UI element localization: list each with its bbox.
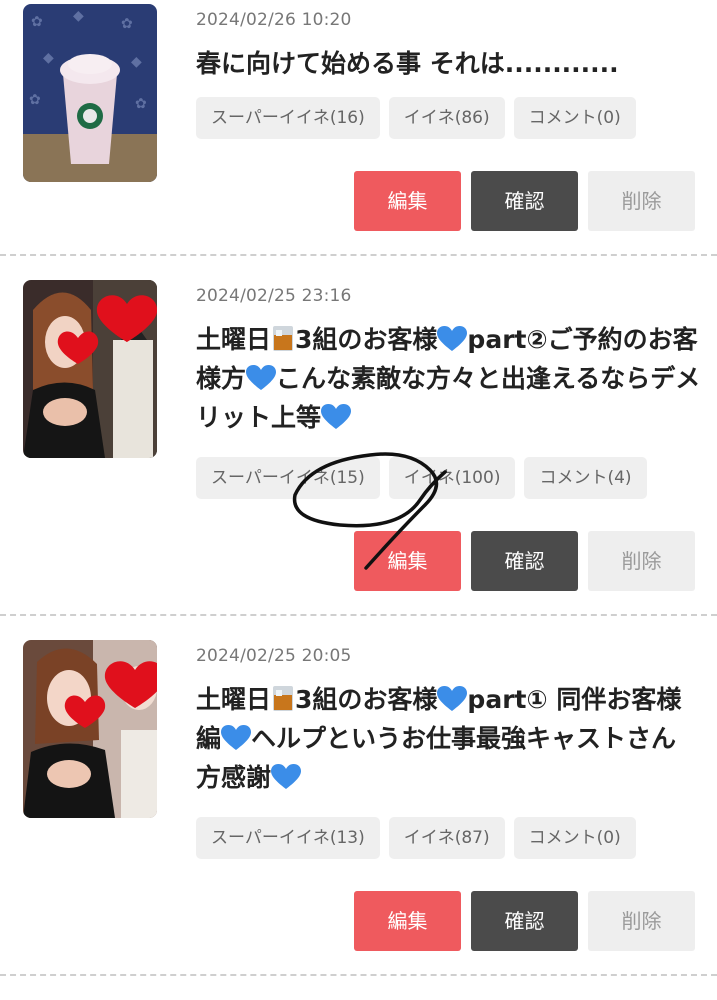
svg-text:◆: ◆ xyxy=(43,50,54,66)
post-divider xyxy=(0,974,717,976)
super-like-count: スーパーイイネ(13) xyxy=(196,817,380,859)
delete-button[interactable]: 削除 xyxy=(588,891,695,951)
post-title-text: 3組のお客様 xyxy=(295,325,438,354)
post-divider xyxy=(0,254,717,256)
post-title[interactable]: 土曜日 3組のお客様 part① 同伴お客様編 ヘルプというお仕事最強キャストさん方感… xyxy=(196,680,701,797)
frappuccino-photo-icon: ✿ ◆ ✿ ◆ ◆ ✿ ✿ xyxy=(23,4,157,182)
blue-heart-icon xyxy=(437,326,468,351)
svg-text:◆: ◆ xyxy=(73,8,84,24)
selfie-photo-icon xyxy=(23,280,157,458)
post-actions: 編集 確認 削除 xyxy=(354,531,695,591)
selfie-photo-icon xyxy=(23,640,157,818)
post-date: 2024/02/25 20:05 xyxy=(196,646,352,666)
whiskey-glass-icon xyxy=(273,326,294,351)
post-title-text: ヘルプというお仕事最強キャストさん方感謝 xyxy=(196,724,677,792)
post-title[interactable]: 土曜日 3組のお客様 part②ご予約のお客様方 こんな素敵な方々と出逢えるならデメリ… xyxy=(196,320,701,437)
like-count: イイネ(100) xyxy=(388,457,516,499)
blue-heart-icon xyxy=(271,764,302,789)
comment-count: コメント(4) xyxy=(524,457,647,499)
comment-count: コメント(0) xyxy=(513,817,636,859)
like-count: イイネ(86) xyxy=(388,97,505,139)
post-actions: 編集 確認 削除 xyxy=(354,891,695,951)
svg-text:◆: ◆ xyxy=(131,54,142,70)
edit-button[interactable]: 編集 xyxy=(354,531,461,591)
post-title[interactable]: 春に向けて始める事 それは............ xyxy=(196,44,701,83)
post-title-text: 春に向けて始める事 それは............ xyxy=(196,49,619,78)
post-stats: スーパーイイネ(15) イイネ(100) コメント(4) xyxy=(196,457,647,499)
post-thumbnail[interactable]: ✿ ◆ ✿ ◆ ◆ ✿ ✿ xyxy=(23,4,157,182)
svg-text:✿: ✿ xyxy=(31,14,43,30)
edit-button[interactable]: 編集 xyxy=(354,171,461,231)
svg-text:✿: ✿ xyxy=(29,92,41,108)
svg-text:✿: ✿ xyxy=(135,96,147,112)
confirm-button[interactable]: 確認 xyxy=(471,891,578,951)
post-thumbnail[interactable] xyxy=(23,640,157,818)
blue-heart-icon xyxy=(246,365,277,390)
post-stats: スーパーイイネ(13) イイネ(87) コメント(0) xyxy=(196,817,636,859)
post-title-text: 3組のお客様 xyxy=(295,685,438,714)
post-title-text: 土曜日 xyxy=(196,325,272,354)
super-like-count: スーパーイイネ(16) xyxy=(196,97,380,139)
post-actions: 編集 確認 削除 xyxy=(354,171,695,231)
post-divider xyxy=(0,614,717,616)
comment-count: コメント(0) xyxy=(513,97,636,139)
post-date: 2024/02/26 10:20 xyxy=(196,10,352,30)
confirm-button[interactable]: 確認 xyxy=(471,171,578,231)
confirm-button[interactable]: 確認 xyxy=(471,531,578,591)
delete-button[interactable]: 削除 xyxy=(588,531,695,591)
post-title-text: 土曜日 xyxy=(196,685,272,714)
blue-heart-icon xyxy=(321,404,352,429)
whiskey-glass-icon xyxy=(273,686,294,711)
delete-button[interactable]: 削除 xyxy=(588,171,695,231)
svg-text:✿: ✿ xyxy=(121,16,133,32)
like-count: イイネ(87) xyxy=(388,817,505,859)
blue-heart-icon xyxy=(437,686,468,711)
super-like-count: スーパーイイネ(15) xyxy=(196,457,380,499)
edit-button[interactable]: 編集 xyxy=(354,891,461,951)
post-stats: スーパーイイネ(16) イイネ(86) コメント(0) xyxy=(196,97,636,139)
blue-heart-icon xyxy=(221,725,252,750)
post-date: 2024/02/25 23:16 xyxy=(196,286,352,306)
post-thumbnail[interactable] xyxy=(23,280,157,458)
